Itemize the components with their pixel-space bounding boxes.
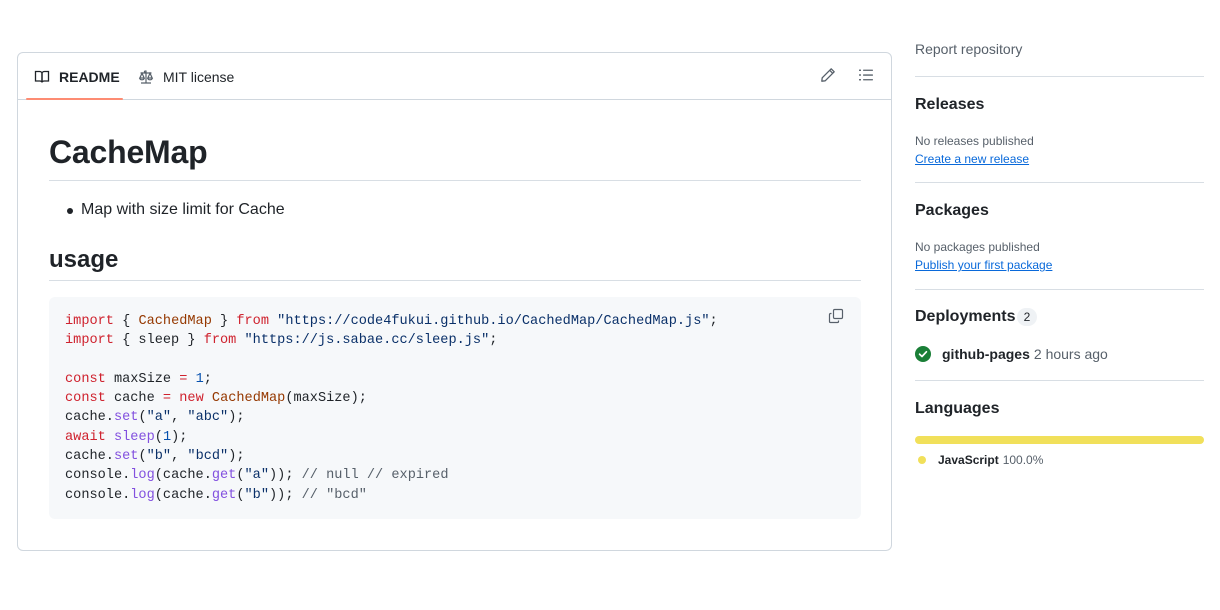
tab-license-label: MIT license <box>163 68 235 85</box>
sidebar-divider <box>915 76 1204 77</box>
releases-heading[interactable]: Releases <box>915 96 984 114</box>
report-repository-link[interactable]: Report repository <box>915 41 1022 57</box>
section-divider <box>49 280 861 281</box>
deployment-time: 2 hours ago <box>1033 346 1108 362</box>
code-line: console.log(cache.get("b")); // "bcd" <box>65 487 367 503</box>
publish-package-link[interactable]: Publish your first package <box>915 258 1052 272</box>
language-bar <box>915 436 1204 444</box>
code-line: cache.set("a", "abc"); <box>65 410 245 426</box>
code-line: const maxSize = 1; <box>65 371 212 387</box>
section-heading-usage: usage <box>49 246 119 273</box>
language-name: JavaScript <box>938 453 999 467</box>
feature-list: Map with size limit for Cache <box>49 199 285 221</box>
language-color-dot <box>918 456 926 464</box>
tab-license[interactable]: MIT license <box>138 53 234 100</box>
language-percent: 100.0% <box>1002 453 1044 467</box>
sidebar-divider <box>915 289 1204 290</box>
law-icon <box>138 69 154 85</box>
selected-tab-indicator <box>26 98 123 100</box>
sidebar-divider <box>915 380 1204 381</box>
code-line: import { sleep } from "https://js.sabae.… <box>65 333 498 349</box>
deployments-count-badge: 2 <box>1017 308 1037 326</box>
list-item: Map with size limit for Cache <box>49 199 285 221</box>
sidebar-divider <box>915 182 1204 183</box>
readme-tab-bar: README MIT license <box>18 53 891 100</box>
pencil-icon <box>820 67 836 88</box>
outline-button[interactable] <box>856 67 876 87</box>
deployment-item[interactable]: github-pages 2 hours ago <box>915 346 1108 362</box>
list-unordered-icon <box>858 67 874 88</box>
check-circle-icon <box>915 346 931 362</box>
language-item-javascript[interactable]: JavaScript 100.0% <box>918 453 1043 467</box>
code-line: const cache = new CachedMap(maxSize); <box>65 391 367 407</box>
book-icon <box>34 69 50 85</box>
deployments-heading[interactable]: Deployments <box>915 308 1015 326</box>
code-lines: import { CachedMap } from "https://code4… <box>65 312 845 505</box>
packages-heading[interactable]: Packages <box>915 202 989 220</box>
readme-title: CacheMap <box>49 134 208 170</box>
title-divider <box>49 180 861 181</box>
code-line: await sleep(1); <box>65 429 188 445</box>
language-bar-segment-javascript <box>915 436 1204 444</box>
languages-heading: Languages <box>915 400 1000 417</box>
releases-empty-text: No releases published <box>915 134 1034 148</box>
code-block[interactable]: import { CachedMap } from "https://code4… <box>49 297 861 519</box>
code-line: import { CachedMap } from "https://code4… <box>65 314 718 329</box>
edit-readme-button[interactable] <box>818 67 838 87</box>
code-line: cache.set("b", "bcd"); <box>65 449 245 465</box>
copy-icon <box>828 308 844 331</box>
deployment-name: github-pages <box>942 346 1030 362</box>
tab-readme[interactable]: README <box>34 53 120 100</box>
tab-readme-label: README <box>59 68 120 85</box>
code-line: console.log(cache.get("a")); // null // … <box>65 468 449 484</box>
create-release-link[interactable]: Create a new release <box>915 152 1029 166</box>
readme-panel: README MIT license CacheMap Map with siz… <box>17 52 892 551</box>
packages-empty-text: No packages published <box>915 240 1040 254</box>
copy-code-button[interactable] <box>825 309 847 331</box>
